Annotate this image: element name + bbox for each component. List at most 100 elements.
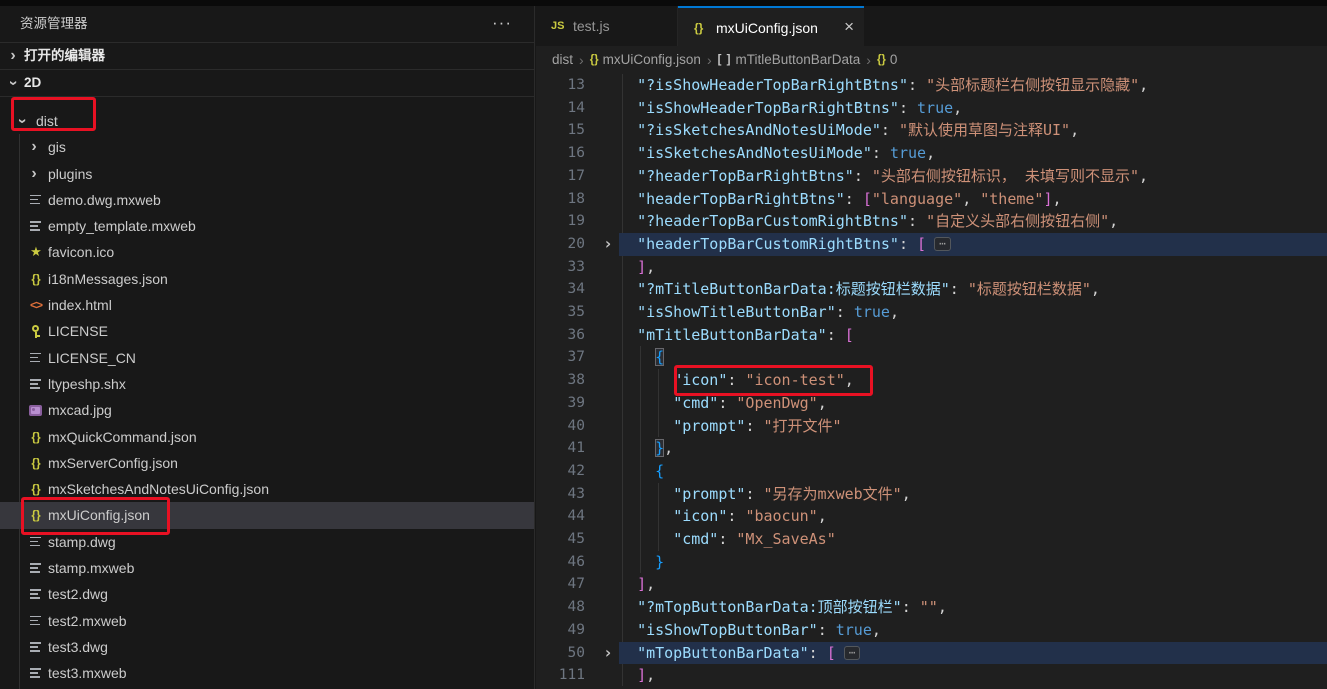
tree-item-mxQuickCommand.json[interactable]: {} mxQuickCommand.json [0, 424, 534, 450]
tree-item-stamp.dwg[interactable]: stamp.dwg [0, 529, 534, 555]
tree-item-test3.mxweb[interactable]: test3.mxweb [0, 660, 534, 686]
tree-item-mxSketchesAndNotesUiConfig.json[interactable]: {} mxSketchesAndNotesUiConfig.json [0, 476, 534, 502]
tree-item-gis[interactable]: › gis [0, 134, 534, 160]
code-text[interactable]: { [619, 460, 664, 483]
code-line-49[interactable]: 49 "isShowTopButtonBar": true, [536, 619, 1327, 642]
code-line-17[interactable]: 17 "?headerTopBarRightBtns": "头部右侧按钮标识， … [536, 165, 1327, 188]
tree-item-label: LICENSE [48, 323, 108, 340]
code-text[interactable]: "icon": "baocun", [619, 505, 827, 528]
tree-item-i18nMessages.json[interactable]: {} i18nMessages.json [0, 266, 534, 292]
code-line-20[interactable]: 20 › "headerTopBarCustomRightBtns": [⋯ [536, 232, 1327, 256]
code-line-16[interactable]: 16 "isSketchesAndNotesUiMode": true, [536, 142, 1327, 165]
close-icon[interactable]: × [844, 8, 854, 46]
tree-item-index.html[interactable]: <> index.html [0, 292, 534, 318]
code-line-35[interactable]: 35 "isShowTitleButtonBar": true, [536, 301, 1327, 324]
code-line-14[interactable]: 14 "isShowHeaderTopBarRightBtns": true, [536, 97, 1327, 120]
code-text[interactable]: } [619, 551, 664, 574]
code-line-34[interactable]: 34 "?mTitleButtonBarData:标题按钮栏数据": "标题按钮… [536, 278, 1327, 301]
chevron-down-icon: › [5, 80, 22, 86]
code-line-45[interactable]: 45 "cmd": "Mx_SaveAs" [536, 528, 1327, 551]
tree-item-favicon.ico[interactable]: ★ favicon.ico [0, 239, 534, 265]
code-text[interactable]: ], [619, 664, 655, 687]
code-text[interactable]: { [619, 346, 665, 369]
breadcrumb-item-dist[interactable]: dist [552, 52, 573, 67]
code-line-37[interactable]: 37 { [536, 346, 1327, 369]
tree-item-stamp.mxweb[interactable]: stamp.mxweb [0, 555, 534, 581]
more-actions-icon[interactable]: ··· [492, 6, 512, 40]
code-line-18[interactable]: 18 "headerTopBarRightBtns": ["language",… [536, 188, 1327, 211]
code-text[interactable]: "cmd": "Mx_SaveAs" [619, 528, 836, 551]
code-line-47[interactable]: 47 ], [536, 573, 1327, 596]
code-line-40[interactable]: 40 "prompt": "打开文件" [536, 415, 1327, 438]
code-line-36[interactable]: 36 "mTitleButtonBarData": [ [536, 324, 1327, 347]
code-line-33[interactable]: 33 ], [536, 256, 1327, 279]
code-line-46[interactable]: 46 } [536, 551, 1327, 574]
tree-item-test2.mxweb[interactable]: test2.mxweb [0, 608, 534, 634]
tree-item-mxServerConfig.json[interactable]: {} mxServerConfig.json [0, 450, 534, 476]
code-text[interactable]: "isShowHeaderTopBarRightBtns": true, [619, 97, 962, 120]
tab-test.js[interactable]: JS test.js [535, 6, 678, 46]
tree-item-mxUiConfig.json[interactable]: {} mxUiConfig.json [0, 502, 534, 529]
code-text[interactable]: "prompt": "打开文件" [619, 415, 841, 438]
code-line-44[interactable]: 44 "icon": "baocun", [536, 505, 1327, 528]
code-text[interactable]: "headerTopBarRightBtns": ["language", "t… [619, 188, 1061, 211]
folded-region-icon[interactable]: ⋯ [934, 236, 951, 251]
token: : [745, 416, 764, 435]
tree-item-plugins[interactable]: › plugins [0, 161, 534, 187]
code-text[interactable]: ], [619, 256, 655, 279]
code-text[interactable]: "?isSketchesAndNotesUiMode": "默认使用草图与注释U… [619, 119, 1079, 142]
code-text[interactable]: "cmd": "OpenDwg", [619, 392, 827, 415]
code-text[interactable]: "?headerTopBarCustomRightBtns": "自定义头部右侧… [619, 210, 1118, 233]
token: , [1090, 280, 1100, 299]
code-line-38[interactable]: 38 "icon": "icon-test", [536, 369, 1327, 392]
breadcrumb-item-0[interactable]: {} 0 [877, 52, 897, 67]
tree-item-dist[interactable]: › dist [0, 108, 534, 134]
code-text[interactable]: "?mTitleButtonBarData:标题按钮栏数据": "标题按钮栏数据… [619, 278, 1100, 301]
code-text[interactable]: "?mTopButtonBarData:顶部按钮栏": "", [619, 596, 947, 619]
tab-mxUiConfig.json[interactable]: {} mxUiConfig.json × [678, 6, 864, 46]
code-editor[interactable]: 13 "?isShowHeaderTopBarRightBtns": "头部标题… [536, 73, 1327, 689]
tree-item-empty_template.mxweb[interactable]: empty_template.mxweb [0, 213, 534, 239]
fold-chevron-icon[interactable]: › [602, 235, 614, 252]
line-number: 19 [567, 213, 585, 230]
tree-item-LICENSE_CN[interactable]: LICENSE_CN [0, 345, 534, 371]
chevron-right-icon: › [10, 47, 16, 64]
code-text[interactable]: "icon": "icon-test", [619, 369, 854, 392]
tree-item-demo.dwg.mxweb[interactable]: demo.dwg.mxweb [0, 187, 534, 213]
code-text[interactable]: "?isShowHeaderTopBarRightBtns": "头部标题栏右侧… [619, 74, 1148, 97]
tree-item-ltypeshp.shx[interactable]: ltypeshp.shx [0, 371, 534, 397]
tree-item-test2.dwg[interactable]: test2.dwg [0, 581, 534, 607]
code-text[interactable]: "?headerTopBarRightBtns": "头部右侧按钮标识， 未填写… [619, 165, 1148, 188]
code-line-43[interactable]: 43 "prompt": "另存为mxweb文件", [536, 483, 1327, 506]
code-line-48[interactable]: 48 "?mTopButtonBarData:顶部按钮栏": "", [536, 596, 1327, 619]
code-text[interactable]: "headerTopBarCustomRightBtns": [⋯ [619, 233, 951, 256]
code-line-19[interactable]: 19 "?headerTopBarCustomRightBtns": "自定义头… [536, 210, 1327, 233]
code-text[interactable]: }, [619, 437, 673, 460]
tree-item-mxcad.jpg[interactable]: mxcad.jpg [0, 397, 534, 423]
breadcrumb-item-mxUiConfig.json[interactable]: {} mxUiConfig.json [590, 52, 701, 67]
code-text[interactable]: "isShowTitleButtonBar": true, [619, 301, 899, 324]
tree-item-test3.dwg[interactable]: test3.dwg [0, 634, 534, 660]
code-line-50[interactable]: 50 › "mTopButtonBarData": [⋯ [536, 641, 1327, 665]
code-text[interactable]: ], [619, 573, 655, 596]
code-text[interactable]: "prompt": "另存为mxweb文件", [619, 483, 911, 506]
code-line-15[interactable]: 15 "?isSketchesAndNotesUiMode": "默认使用草图与… [536, 119, 1327, 142]
tree-item-label: mxServerConfig.json [48, 454, 178, 471]
code-text[interactable]: "mTopButtonBarData": [⋯ [619, 642, 861, 665]
workspace-section-header[interactable]: › 2D [0, 70, 534, 97]
code-line-13[interactable]: 13 "?isShowHeaderTopBarRightBtns": "头部标题… [536, 74, 1327, 97]
fold-chevron-icon[interactable]: › [602, 644, 614, 661]
code-text[interactable]: "isShowTopButtonBar": true, [619, 619, 881, 642]
folded-region-icon[interactable]: ⋯ [843, 645, 861, 660]
code-line-41[interactable]: 41 }, [536, 437, 1327, 460]
breadcrumb-item-mTitleButtonBarData[interactable]: [ ] mTitleButtonBarData [718, 52, 861, 67]
code-line-39[interactable]: 39 "cmd": "OpenDwg", [536, 392, 1327, 415]
code-text[interactable]: "isSketchesAndNotesUiMode": true, [619, 142, 935, 165]
code-line-111[interactable]: 111 ], [536, 664, 1327, 687]
code-line-42[interactable]: 42 { [536, 460, 1327, 483]
open-editors-section-header[interactable]: › 打开的编辑器 [0, 43, 534, 70]
tree-item-LICENSE[interactable]: LICENSE [0, 318, 534, 344]
code-text[interactable]: "mTitleButtonBarData": [ [619, 324, 854, 347]
